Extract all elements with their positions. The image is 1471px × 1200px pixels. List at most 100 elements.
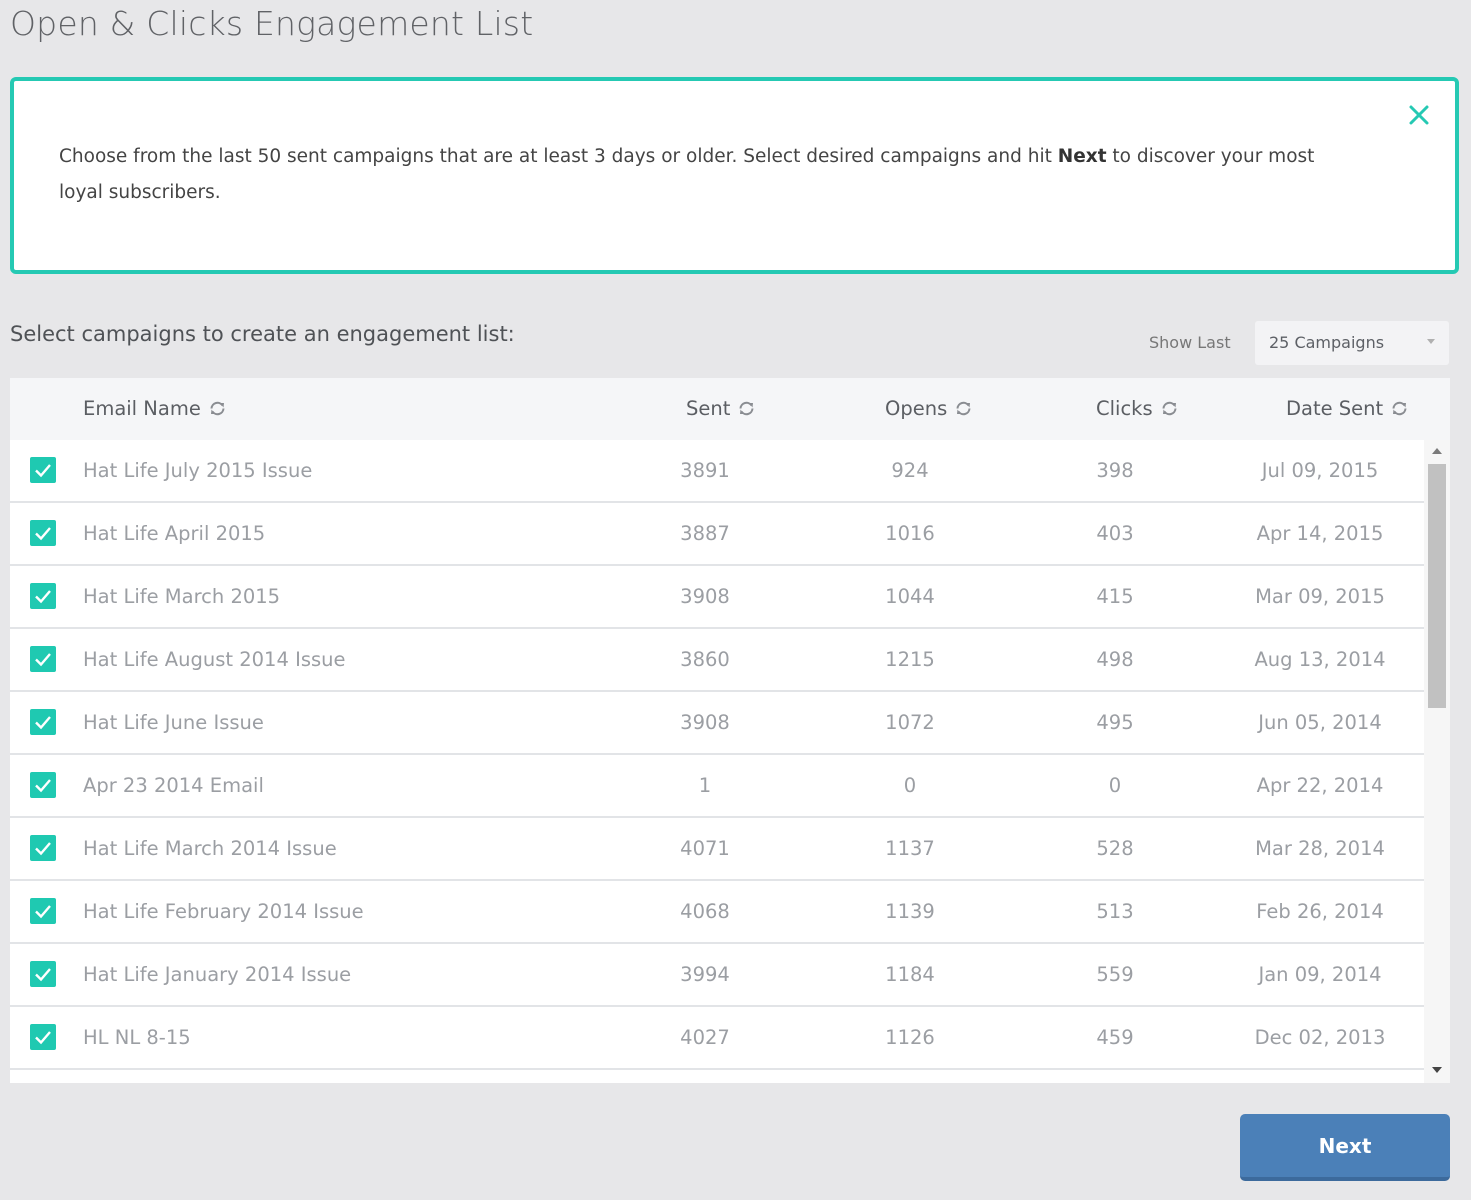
cell-opens: 1072 — [885, 711, 935, 734]
cell-clicks: 528 — [1096, 837, 1134, 860]
section-heading: Select campaigns to create an engagement… — [10, 322, 515, 346]
table-row[interactable]: Hat Life March 2015 3908 1044 415 Mar 09… — [10, 566, 1424, 629]
sort-icon — [1160, 399, 1179, 418]
table-row[interactable]: Hat Life August 2014 Issue 3860 1215 498… — [10, 629, 1424, 692]
cell-email-name: Hat Life August 2014 Issue — [83, 648, 346, 671]
cell-sent: 3908 — [680, 711, 730, 734]
row-checkbox[interactable] — [30, 898, 56, 924]
cell-opens: 0 — [903, 774, 917, 797]
header-label: Opens — [885, 397, 948, 420]
cell-sent: 4068 — [680, 900, 730, 923]
table-row[interactable]: HL NL 8-15 4027 1126 459 Dec 02, 2013 — [10, 1007, 1424, 1070]
cell-opens: 924 — [891, 459, 929, 482]
cell-email-name: Hat Life April 2015 — [83, 522, 266, 545]
header-email-name[interactable]: Email Name — [83, 397, 227, 420]
cell-clicks: 559 — [1096, 963, 1134, 986]
cell-date-sent: Apr 22, 2014 — [1256, 774, 1384, 797]
row-checkbox[interactable] — [30, 835, 56, 861]
cell-opens: 1184 — [885, 963, 935, 986]
table-row[interactable]: Hat Life February 2014 Issue 4068 1139 5… — [10, 881, 1424, 944]
table-row[interactable]: Hat Life July 2015 Issue 3891 924 398 Ju… — [10, 440, 1424, 503]
cell-sent: 3908 — [680, 585, 730, 608]
row-checkbox[interactable] — [30, 961, 56, 987]
check-icon — [35, 1031, 51, 1045]
table-row[interactable]: Hat Life June Issue 3908 1072 495 Jun 05… — [10, 692, 1424, 755]
check-icon — [35, 779, 51, 793]
sort-icon — [1390, 399, 1409, 418]
cell-date-sent: Dec 02, 2013 — [1254, 1026, 1386, 1049]
cell-date-sent: Aug 13, 2014 — [1254, 648, 1386, 671]
check-icon — [35, 653, 51, 667]
campaigns-table: Email Name Sent Opens Clicks Date Sent H… — [10, 378, 1450, 1083]
cell-sent: 3887 — [680, 522, 730, 545]
row-checkbox[interactable] — [30, 1024, 56, 1050]
cell-opens: 1044 — [885, 585, 935, 608]
header-opens[interactable]: Opens — [885, 397, 973, 420]
table-header: Email Name Sent Opens Clicks Date Sent — [10, 378, 1450, 440]
header-label: Sent — [686, 397, 731, 420]
cell-sent: 3860 — [680, 648, 730, 671]
cell-sent: 1 — [698, 774, 712, 797]
table-row[interactable]: Hat Life March 2014 Issue 4071 1137 528 … — [10, 818, 1424, 881]
header-clicks[interactable]: Clicks — [1096, 397, 1179, 420]
table-row[interactable]: Hat Life April 2015 3887 1016 403 Apr 14… — [10, 503, 1424, 566]
cell-clicks: 415 — [1096, 585, 1134, 608]
check-icon — [35, 716, 51, 730]
close-icon[interactable] — [1405, 101, 1433, 129]
table-row[interactable]: Apr 23 2014 Email 1 0 0 Apr 22, 2014 — [10, 755, 1424, 818]
header-date-sent[interactable]: Date Sent — [1286, 397, 1409, 420]
row-checkbox[interactable] — [30, 772, 56, 798]
check-icon — [35, 464, 51, 478]
cell-date-sent: Feb 26, 2014 — [1256, 900, 1384, 923]
check-icon — [35, 590, 51, 604]
header-label: Date Sent — [1286, 397, 1384, 420]
cell-clicks: 398 — [1096, 459, 1134, 482]
show-last-select[interactable]: 25 Campaigns — [1255, 321, 1449, 365]
table-body: Hat Life July 2015 Issue 3891 924 398 Ju… — [10, 440, 1424, 1070]
header-label: Email Name — [83, 397, 201, 420]
cell-opens: 1016 — [885, 522, 935, 545]
sort-icon — [954, 399, 973, 418]
row-checkbox[interactable] — [30, 709, 56, 735]
cell-clicks: 513 — [1096, 900, 1134, 923]
scroll-down-arrow-icon[interactable] — [1432, 1067, 1442, 1073]
row-checkbox[interactable] — [30, 583, 56, 609]
cell-email-name: Hat Life March 2015 — [83, 585, 281, 608]
next-button[interactable]: Next — [1240, 1114, 1450, 1181]
check-icon — [35, 842, 51, 856]
cell-date-sent: Mar 28, 2014 — [1255, 837, 1385, 860]
cell-date-sent: Jun 05, 2014 — [1258, 711, 1382, 734]
cell-clicks: 403 — [1096, 522, 1134, 545]
show-last-value: 25 Campaigns — [1269, 333, 1385, 352]
info-text-start: Choose from the last 50 sent campaigns t… — [59, 146, 1058, 167]
cell-sent: 4027 — [680, 1026, 730, 1049]
cell-date-sent: Jul 09, 2015 — [1261, 459, 1379, 482]
info-text-bold: Next — [1057, 146, 1107, 167]
cell-email-name: Hat Life February 2014 Issue — [83, 900, 364, 923]
sort-icon — [737, 399, 756, 418]
cell-clicks: 459 — [1096, 1026, 1134, 1049]
row-checkbox[interactable] — [30, 520, 56, 546]
check-icon — [35, 527, 51, 541]
scroll-thumb[interactable] — [1428, 464, 1446, 708]
header-label: Clicks — [1096, 397, 1153, 420]
check-icon — [35, 968, 51, 982]
cell-date-sent: Mar 09, 2015 — [1255, 585, 1385, 608]
cell-date-sent: Apr 14, 2015 — [1256, 522, 1384, 545]
cell-date-sent: Jan 09, 2014 — [1258, 963, 1382, 986]
table-row[interactable]: Hat Life January 2014 Issue 3994 1184 55… — [10, 944, 1424, 1007]
sort-icon — [208, 399, 227, 418]
cell-opens: 1137 — [885, 837, 935, 860]
info-banner: Choose from the last 50 sent campaigns t… — [10, 77, 1459, 274]
scroll-up-arrow-icon[interactable] — [1432, 448, 1442, 454]
cell-email-name: HL NL 8-15 — [83, 1026, 191, 1049]
row-checkbox[interactable] — [30, 457, 56, 483]
page-title: Open & Clicks Engagement List — [10, 4, 534, 43]
cell-email-name: Hat Life July 2015 Issue — [83, 459, 313, 482]
cell-sent: 4071 — [680, 837, 730, 860]
row-checkbox[interactable] — [30, 646, 56, 672]
vertical-scrollbar[interactable] — [1424, 440, 1450, 1083]
header-sent[interactable]: Sent — [686, 397, 756, 420]
cell-clicks: 495 — [1096, 711, 1134, 734]
show-last-label: Show Last — [1149, 333, 1231, 352]
